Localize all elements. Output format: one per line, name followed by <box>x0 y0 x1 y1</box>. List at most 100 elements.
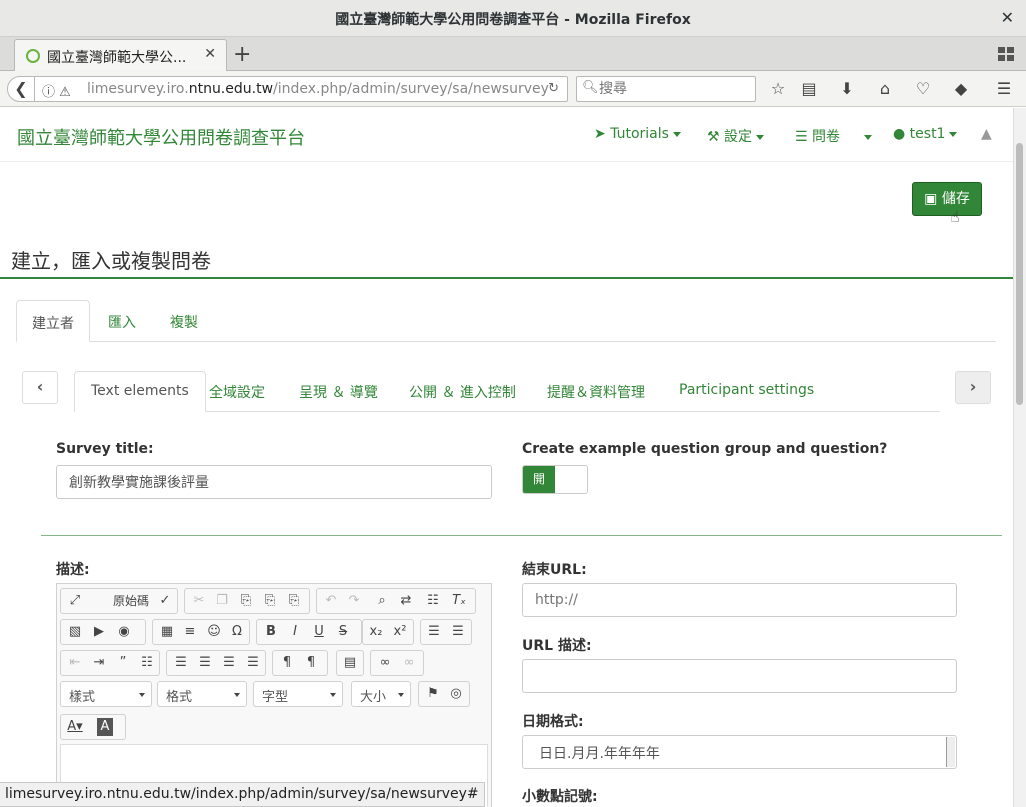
align-left-icon[interactable]: ☰ <box>171 654 191 672</box>
tab-notification-data[interactable]: 提醒＆資料管理 <box>531 371 661 412</box>
tab-presentation[interactable]: 呈現 ＆ 導覽 <box>283 371 394 412</box>
align-center-icon[interactable]: ☰ <box>195 654 215 672</box>
video-icon[interactable]: ▶ <box>89 623 109 641</box>
rocket-icon: ➤ <box>594 126 606 142</box>
replace-icon[interactable]: ⇄ <box>396 592 416 610</box>
unlink-icon[interactable]: ∞ <box>399 654 419 672</box>
undo-icon[interactable]: ↶ <box>321 592 341 610</box>
search-input[interactable] <box>599 80 749 98</box>
tab-participant-settings[interactable]: Participant settings <box>663 371 830 412</box>
new-tab-button[interactable]: + <box>233 42 251 67</box>
source-button[interactable]: 原始碼 <box>111 592 151 610</box>
justify-icon[interactable]: ☰ <box>243 654 263 672</box>
bold-icon[interactable]: B <box>261 623 281 641</box>
downloads-icon[interactable]: ⬇ <box>836 79 858 98</box>
clipboard-group: ✂ ❐ ⎘ ⎘ ⎘ <box>184 588 310 614</box>
image-icon[interactable]: ▧ <box>65 623 85 641</box>
bookmark-star-icon[interactable]: ☆ <box>767 79 789 98</box>
ltr-icon[interactable]: ¶ <box>277 654 297 672</box>
tutorials-menu[interactable]: ➤ Tutorials <box>594 126 681 142</box>
search-bar[interactable]: 🔍︎ <box>576 76 756 102</box>
site-info-icon[interactable]: ⓘ ⚠ <box>42 81 71 100</box>
size-combo[interactable]: 大小 <box>351 681 411 707</box>
tab-close-icon[interactable]: ✕ <box>204 46 216 62</box>
tab-general-settings[interactable]: 全域設定 <box>193 371 281 412</box>
language-globe-icon[interactable]: ◎ <box>446 685 466 703</box>
link-icon[interactable]: ∞ <box>375 654 395 672</box>
surveys-menu[interactable]: ☰ 問卷 <box>795 126 873 146</box>
url-description-input[interactable] <box>522 659 957 693</box>
horizontal-line-icon[interactable]: ≡ <box>180 623 200 641</box>
end-url-input[interactable] <box>522 583 957 617</box>
remove-format-icon[interactable]: Tₓ <box>449 592 469 610</box>
browser-tab[interactable]: 國立臺灣師範大學公... ✕ <box>14 39 227 71</box>
paste-text-icon[interactable]: ⎘ <box>260 592 280 610</box>
tab-copy[interactable]: 複製 <box>155 300 213 342</box>
rtl-icon[interactable]: ¶ <box>301 654 321 672</box>
window-close-icon[interactable]: ✕ <box>1001 8 1014 27</box>
hamburger-menu-icon[interactable]: ☰ <box>993 79 1015 98</box>
caret-down-icon <box>864 134 873 140</box>
back-button[interactable]: ❮ <box>7 76 35 102</box>
font-combo[interactable]: 字型 <box>253 681 343 707</box>
notification-bell-icon[interactable]: ▲ <box>981 126 992 142</box>
tab-text-elements[interactable]: Text elements <box>74 371 206 412</box>
page-break-icon[interactable]: ▤ <box>340 654 360 672</box>
table-icon[interactable]: ▦ <box>157 623 177 641</box>
blockquote-icon[interactable]: ” <box>113 654 133 672</box>
select-all-icon[interactable]: ☷ <box>423 592 443 610</box>
tab-create[interactable]: 建立者 <box>16 300 90 342</box>
site-brand[interactable]: 國立臺灣師範大學公用問卷調查平台 <box>17 124 305 150</box>
settings-menu[interactable]: ⚒ 設定 <box>707 126 765 146</box>
tab-import[interactable]: 匯入 <box>93 300 151 342</box>
subscript-icon[interactable]: x₂ <box>366 623 386 641</box>
smiley-icon[interactable]: ☺ <box>204 623 224 641</box>
indent-icon[interactable]: ⇥ <box>89 654 109 672</box>
caret-down-icon <box>330 693 336 697</box>
tab-publication-access[interactable]: 公開 ＆ 進入控制 <box>393 371 532 412</box>
find-icon[interactable]: ⌕ <box>372 592 392 610</box>
list-icon: ☰ <box>795 129 808 145</box>
scrollbar-thumb[interactable] <box>1016 143 1023 405</box>
outdent-icon[interactable]: ⇤ <box>65 654 85 672</box>
div-icon[interactable]: ☷ <box>137 654 157 672</box>
underline-icon[interactable]: U <box>309 623 329 641</box>
tab-list-icon[interactable] <box>998 47 1014 61</box>
maximize-icon[interactable]: ⤢ <box>65 592 85 610</box>
sync-icon[interactable]: ◆ <box>950 79 972 98</box>
date-format-select[interactable]: 日日.月月.年年年年 <box>522 735 957 769</box>
format-combo[interactable]: 格式 <box>157 681 247 707</box>
save-button[interactable]: ▣ 儲存 <box>912 182 982 216</box>
paste-word-icon[interactable]: ⎘ <box>284 592 304 610</box>
tabs-scroll-right-button[interactable]: › <box>955 371 991 404</box>
copy-icon[interactable]: ❐ <box>212 592 232 610</box>
spellcheck-icon[interactable]: ✓ <box>155 592 175 610</box>
flash-icon[interactable]: ◉ <box>114 623 134 641</box>
superscript-icon[interactable]: x² <box>390 623 410 641</box>
styles-combo[interactable]: 樣式 <box>60 681 152 707</box>
example-question-toggle[interactable]: 開 <box>522 465 588 494</box>
paste-icon[interactable]: ⎘ <box>236 592 256 610</box>
tabs-scroll-left-button[interactable]: ‹ <box>22 371 58 404</box>
anchor-flag-icon[interactable]: ⚑ <box>423 685 443 703</box>
toggle-on-label: 開 <box>523 466 555 493</box>
align-right-icon[interactable]: ☰ <box>219 654 239 672</box>
text-color-icon[interactable]: A▾ <box>65 718 85 736</box>
redo-icon[interactable]: ↷ <box>344 592 364 610</box>
bg-color-icon[interactable]: A <box>97 718 113 736</box>
bulleted-list-icon[interactable]: ☰ <box>448 623 468 641</box>
pocket-icon[interactable]: ♡ <box>912 79 934 98</box>
home-icon[interactable]: ⌂ <box>874 79 896 98</box>
url-description-label: URL 描述: <box>522 638 592 654</box>
bookmarks-library-icon[interactable]: ▤ <box>798 79 820 98</box>
reload-icon[interactable]: ↻ <box>548 81 559 96</box>
url-bar[interactable]: ⓘ ⚠ limesurvey.iro.ntnu.edu.tw/index.php… <box>34 76 568 102</box>
user-menu[interactable]: ● test1 <box>893 126 958 142</box>
numbered-list-icon[interactable]: ☰ <box>424 623 444 641</box>
cut-icon[interactable]: ✂ <box>189 592 209 610</box>
special-char-icon[interactable]: Ω <box>227 623 247 641</box>
strikethrough-icon[interactable]: S <box>333 623 353 641</box>
settings-tabs: ‹ Text elements 全域設定 呈現 ＆ 導覽 公開 ＆ 進入控制 提… <box>22 371 992 412</box>
italic-icon[interactable]: I <box>285 623 305 641</box>
survey-title-input[interactable] <box>56 465 492 499</box>
